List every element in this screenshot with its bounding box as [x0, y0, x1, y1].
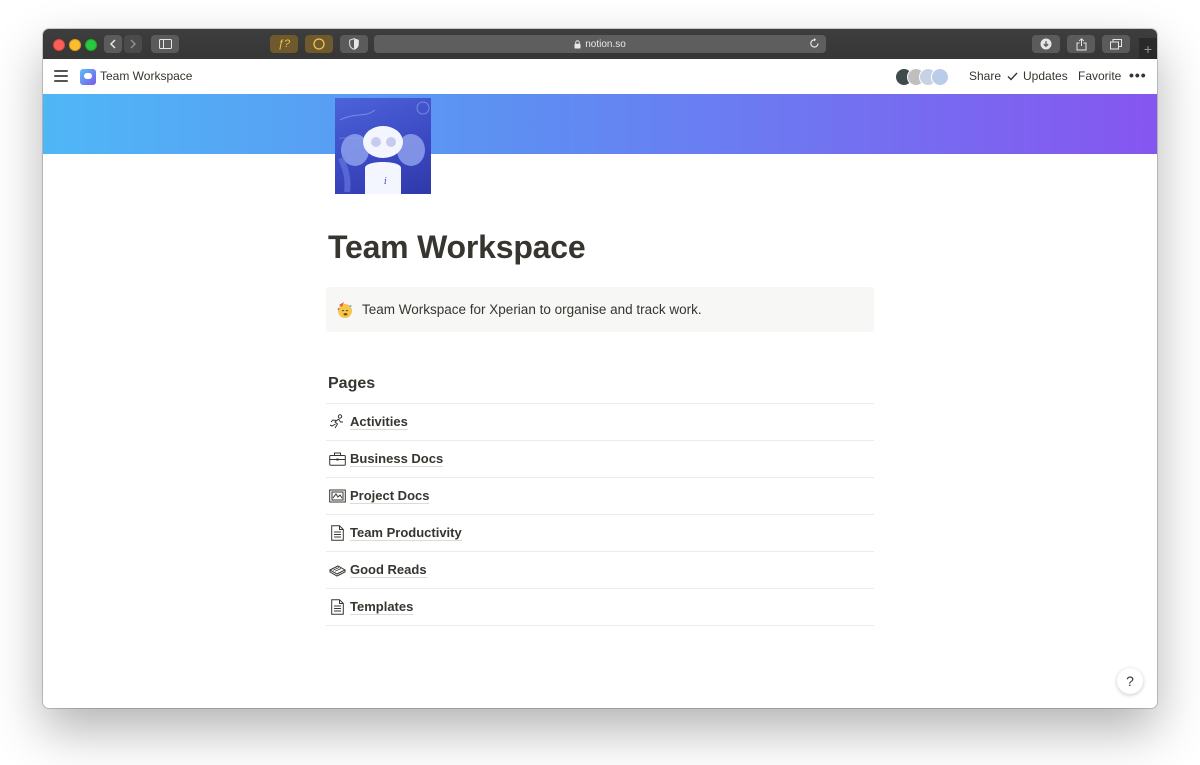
address-bar[interactable]: notion.so — [374, 35, 826, 53]
sidebar-icon — [158, 39, 172, 49]
reload-icon[interactable] — [809, 37, 820, 49]
tab-overview-button[interactable] — [1102, 35, 1130, 53]
checkmark-icon — [1007, 72, 1018, 81]
page-item-project-docs[interactable]: Project Docs — [326, 477, 874, 514]
plus-icon: + — [1143, 40, 1153, 57]
workspace-icon — [80, 69, 96, 85]
download-icon — [1040, 38, 1052, 50]
blueprint-icon — [328, 487, 346, 505]
menu-icon[interactable] — [54, 70, 68, 82]
maximize-window-button[interactable] — [85, 39, 97, 51]
circle-extension-icon — [313, 38, 325, 50]
tabs-icon — [1110, 38, 1122, 49]
new-tab-button[interactable]: + — [1139, 38, 1157, 59]
address-text: notion.so — [585, 38, 626, 50]
page-item-label: Templates — [350, 599, 414, 615]
privacy-button[interactable] — [340, 35, 368, 53]
page-item-team-productivity[interactable]: Team Productivity — [326, 514, 874, 551]
shield-icon — [349, 38, 359, 50]
page-icon-robot[interactable]: i — [335, 98, 431, 194]
forward-button[interactable] — [124, 35, 142, 53]
svg-text:i: i — [384, 177, 387, 187]
extension-button-circle[interactable] — [305, 35, 333, 53]
avatar[interactable] — [931, 68, 949, 86]
document-icon — [328, 524, 346, 542]
share-icon — [1076, 37, 1086, 50]
books-icon — [328, 561, 346, 579]
robot-icon: i — [338, 101, 430, 194]
browser-toolbar: ƒ? notion.so + — [43, 29, 1157, 60]
partying-face-icon — [337, 301, 352, 318]
page-item-activities[interactable]: Activities — [326, 403, 874, 440]
minimize-window-button[interactable] — [69, 39, 81, 51]
callout-text: Team Workspace for Xperian to organise a… — [362, 302, 702, 317]
page-cover[interactable] — [43, 94, 1157, 154]
chevron-right-icon — [130, 39, 137, 49]
sidebar-toggle-button[interactable] — [151, 35, 179, 53]
page-item-good-reads[interactable]: Good Reads — [326, 551, 874, 588]
page-title[interactable]: Team Workspace — [328, 229, 586, 266]
breadcrumb[interactable]: Team Workspace — [100, 69, 192, 83]
callout-block[interactable]: Team Workspace for Xperian to organise a… — [326, 287, 874, 332]
help-button[interactable]: ? — [1117, 668, 1143, 694]
back-button[interactable] — [104, 35, 122, 53]
page-item-label: Good Reads — [350, 562, 427, 578]
share-button[interactable]: Share — [969, 69, 1001, 83]
page-item-label: Activities — [350, 414, 408, 430]
page-item-business-docs[interactable]: Business Docs — [326, 440, 874, 477]
page-item-label: Business Docs — [350, 451, 444, 467]
updates-button[interactable]: Updates — [1007, 69, 1068, 83]
share-page-button[interactable] — [1067, 35, 1095, 53]
browser-window: ƒ? notion.so + Team Workspace Share Upda… — [43, 29, 1157, 708]
favorite-button[interactable]: Favorite — [1078, 69, 1121, 83]
notion-topbar: Team Workspace Share Updates Favorite ••… — [43, 59, 1157, 94]
downloads-button[interactable] — [1032, 35, 1060, 53]
extension-button-formula[interactable]: ƒ? — [270, 35, 298, 53]
more-options-icon[interactable]: ••• — [1129, 67, 1147, 83]
close-window-button[interactable] — [53, 39, 65, 51]
page-list: Activities Business Docs Project Docs Te… — [326, 403, 874, 626]
updates-label: Updates — [1023, 69, 1068, 83]
page-item-templates[interactable]: Templates — [326, 588, 874, 626]
briefcase-icon — [328, 450, 346, 468]
page-item-label: Team Productivity — [350, 525, 462, 541]
chevron-left-icon — [109, 39, 116, 49]
document-icon — [328, 598, 346, 616]
lock-icon — [574, 39, 581, 48]
running-icon — [328, 413, 346, 431]
extension-label: ƒ? — [277, 38, 291, 50]
pages-heading: Pages — [328, 375, 376, 392]
page-item-label: Project Docs — [350, 488, 430, 504]
